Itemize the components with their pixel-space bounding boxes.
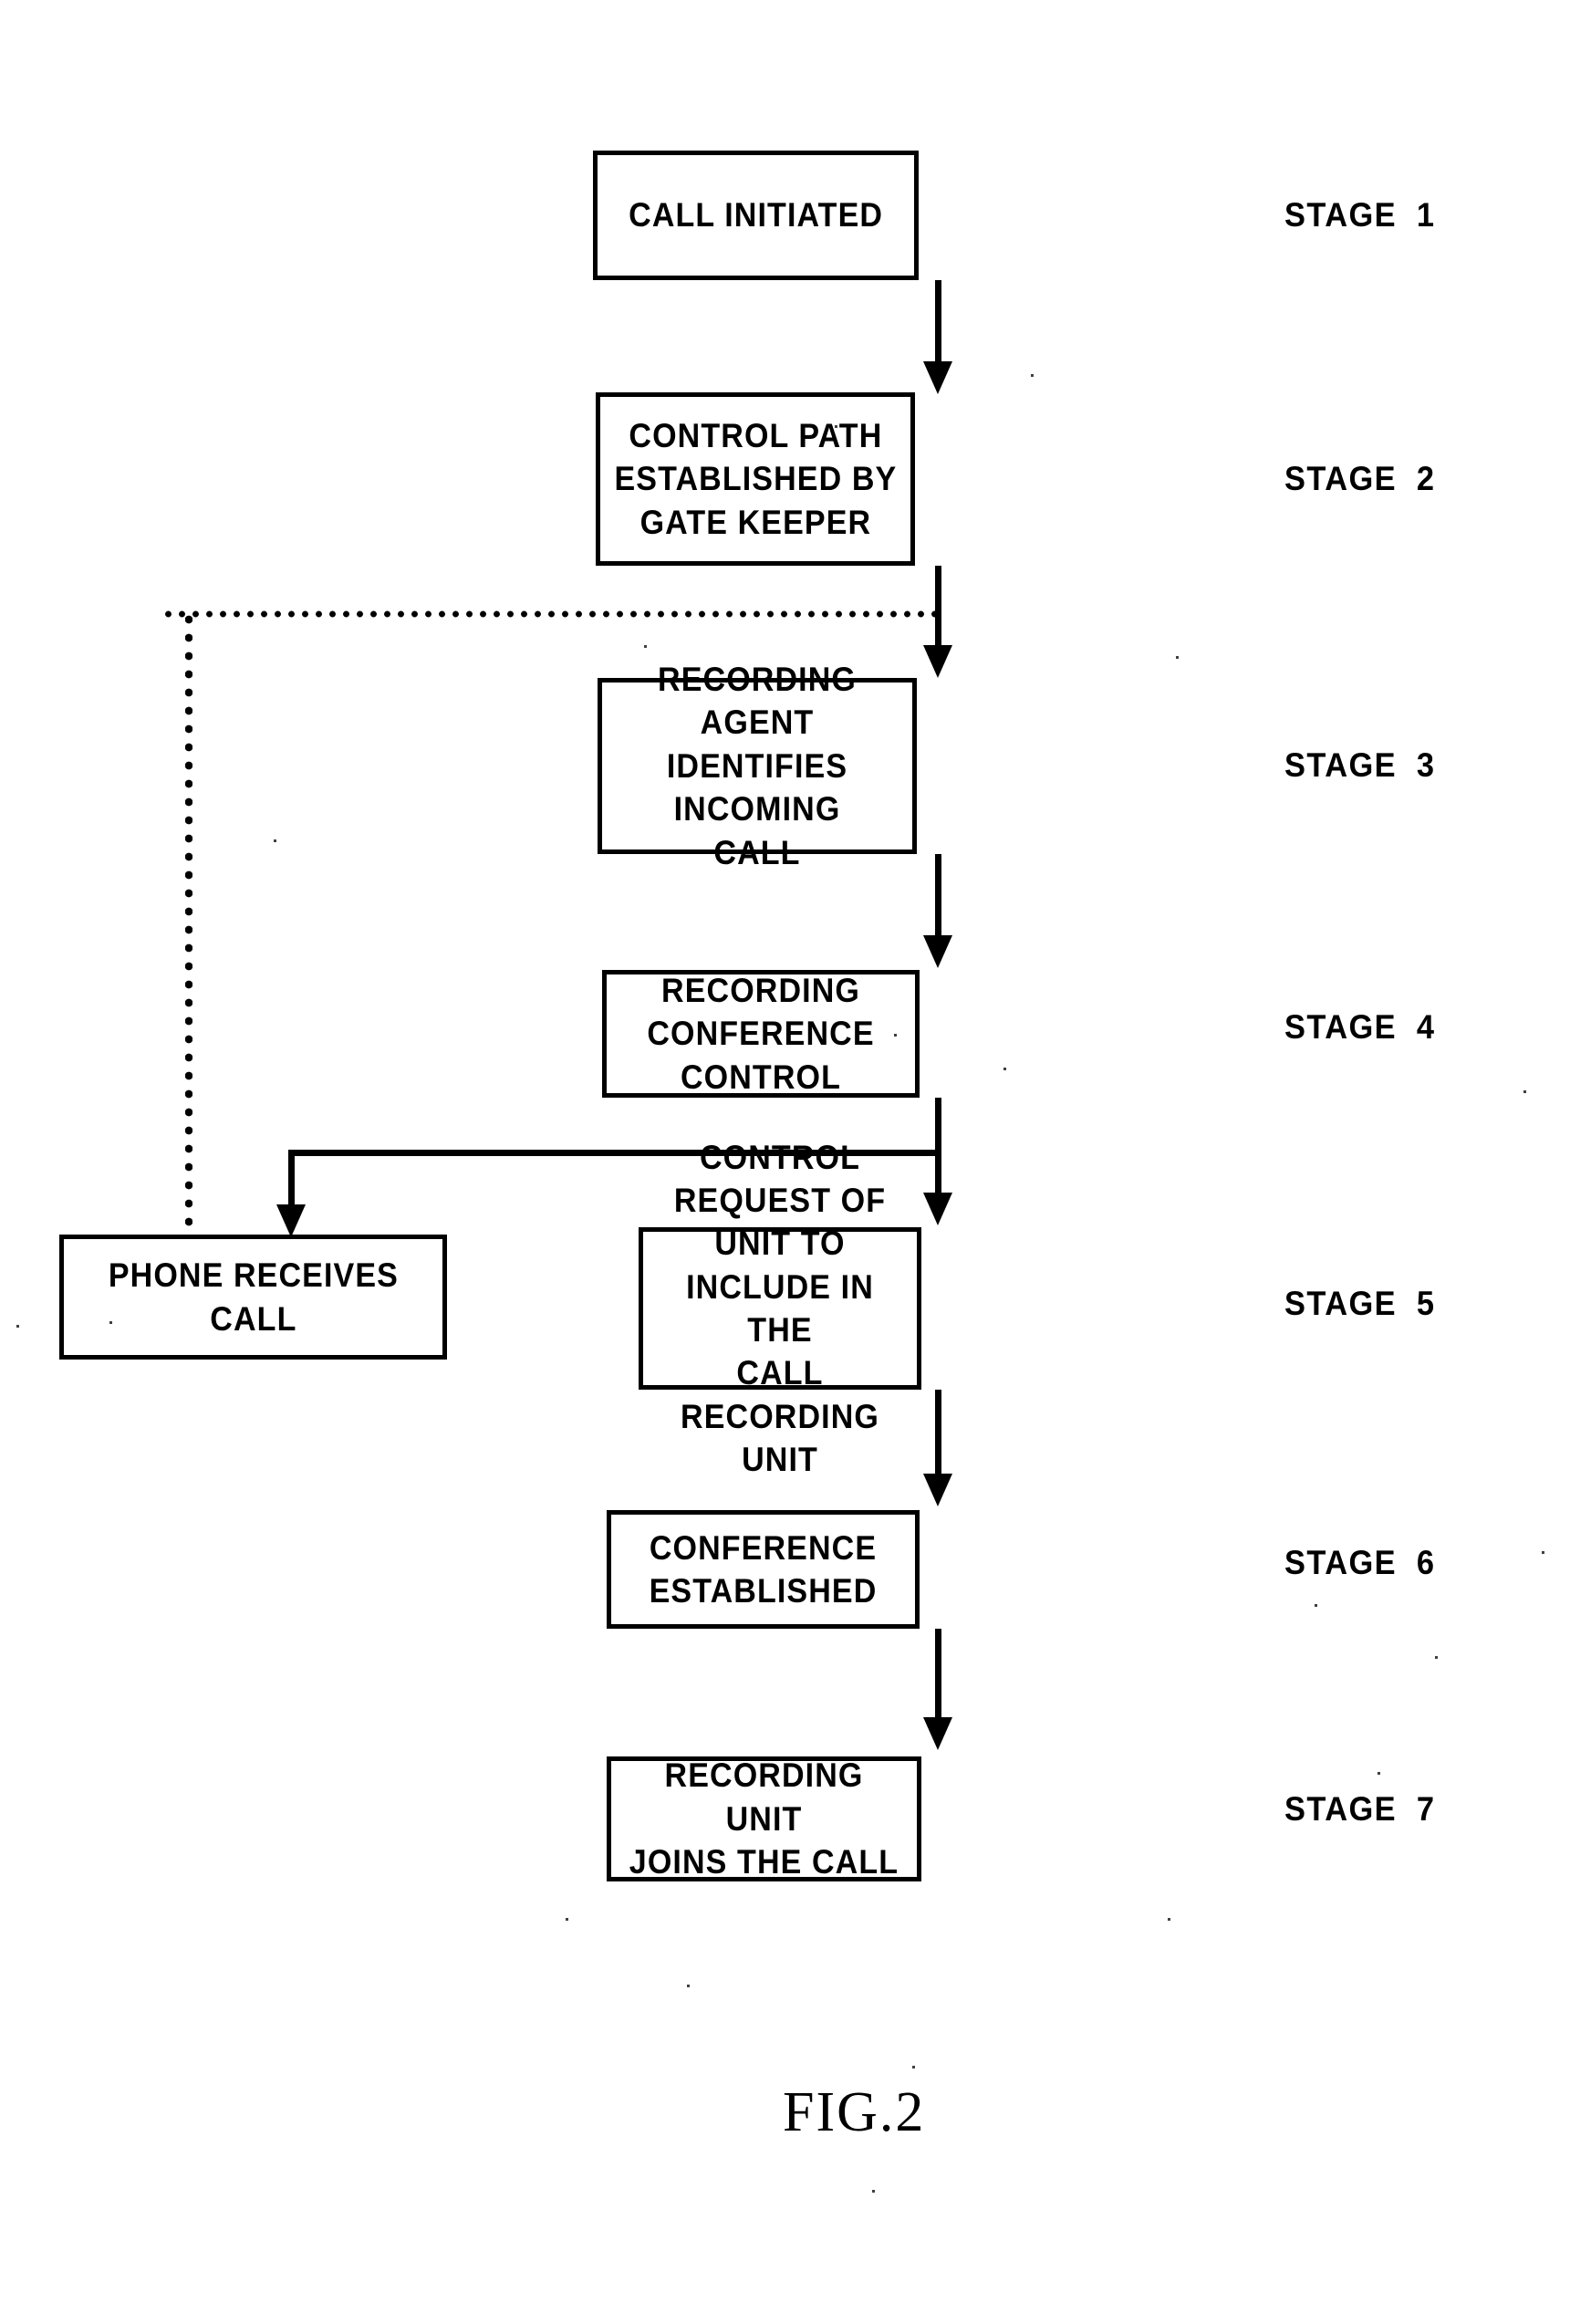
scan-speck [1523, 1090, 1526, 1093]
stage-label-1: STAGE 1 [1284, 196, 1436, 234]
scan-speck [1435, 1656, 1438, 1659]
scan-speck [1315, 1604, 1317, 1607]
node-call-initiated-label: CALL INITIATED [629, 196, 883, 234]
feedback-path-vertical [185, 610, 192, 1240]
node-recording-agent: RECORDING AGENT IDENTIFIES INCOMING CALL [598, 661, 917, 871]
node-recording-conference: RECORDING CONFERENCE CONTROL [602, 970, 920, 1098]
arrowhead-5-to-6 [923, 1474, 952, 1506]
figure-caption: FIG.2 [783, 2081, 926, 2143]
node-phone-receives-call: PHONE RECEIVES CALL [59, 1235, 447, 1360]
node-control-path: CONTROL PATH ESTABLISHED BY GATE KEEPER [596, 392, 915, 566]
scan-speck [1168, 1918, 1170, 1921]
stage-label-7: STAGE 7 [1284, 1790, 1436, 1828]
node-conference-established: CONFERENCE ESTABLISHED [607, 1510, 920, 1629]
scan-speck [894, 1034, 897, 1037]
node-phone-receives-call-label: PHONE RECEIVES CALL [108, 1256, 399, 1338]
stage-label-4: STAGE 4 [1284, 1008, 1436, 1046]
scan-speck [644, 645, 647, 648]
connector-4-to-5 [935, 1098, 941, 1200]
scan-speck [1378, 1772, 1380, 1775]
figure-page: CALL INITIATED STAGE 1 CONTROL PATH ESTA… [0, 0, 1570, 2324]
scan-speck [1003, 1068, 1006, 1070]
feedback-path-horizontal [161, 610, 942, 618]
node-call-initiated: CALL INITIATED [593, 151, 919, 280]
arrowhead-2-to-3 [923, 645, 952, 678]
scan-speck [872, 2190, 875, 2193]
stage-label-5: STAGE 5 [1284, 1285, 1436, 1322]
scan-speck [1542, 1551, 1544, 1554]
scan-speck [566, 1918, 568, 1921]
connector-6-to-7 [935, 1629, 941, 1725]
node-recording-conference-label: RECORDING CONFERENCE CONTROL [647, 971, 875, 1096]
node-control-request: CONTROL REQUEST OF UNIT TO INCLUDE IN TH… [639, 1139, 921, 1478]
arrowhead-6-to-7 [923, 1717, 952, 1750]
connector-5-to-6 [935, 1390, 941, 1481]
node-control-path-label: CONTROL PATH ESTABLISHED BY GATE KEEPER [614, 416, 897, 541]
arrowhead-3-to-4 [923, 935, 952, 968]
scan-speck [274, 839, 276, 842]
scan-speck [1176, 656, 1179, 659]
node-control-request-label: CONTROL REQUEST OF UNIT TO INCLUDE IN TH… [673, 1138, 887, 1479]
scan-speck [109, 1321, 112, 1324]
arrowhead-4-to-5 [923, 1193, 952, 1225]
node-conference-established-label: CONFERENCE ESTABLISHED [649, 1528, 878, 1610]
scan-speck [647, 511, 650, 514]
connector-1-to-2 [935, 280, 941, 368]
arrowhead-1-to-2 [923, 361, 952, 394]
scan-speck [687, 1985, 690, 1987]
node-recording-unit-joins: RECORDING UNIT JOINS THE CALL [607, 1756, 921, 1881]
scan-speck [1031, 374, 1034, 377]
stage-label-3: STAGE 3 [1284, 746, 1436, 784]
node-recording-unit-joins-label: RECORDING UNIT JOINS THE CALL [629, 1756, 899, 1881]
scan-speck [835, 425, 837, 428]
node-recording-agent-label: RECORDING AGENT IDENTIFIES INCOMING CALL [658, 661, 857, 871]
stage-label-6: STAGE 6 [1284, 1544, 1436, 1581]
connector-2-to-3 [935, 566, 941, 648]
connector-3-to-4 [935, 854, 941, 938]
scan-speck [912, 2066, 915, 2069]
stage-label-2: STAGE 2 [1284, 460, 1436, 497]
scan-speck [16, 1325, 19, 1328]
arrowhead-to-phone [276, 1204, 306, 1237]
